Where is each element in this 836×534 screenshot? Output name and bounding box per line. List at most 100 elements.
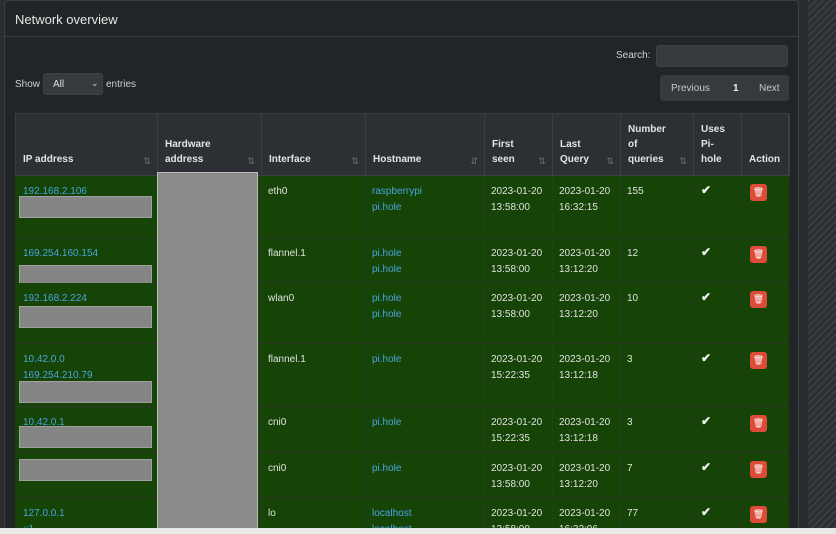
ip-address-link[interactable]: 127.0.0.1 — [23, 506, 65, 522]
search-input[interactable] — [656, 45, 788, 67]
query-count-cell: 3 — [627, 354, 633, 365]
first-seen-value: 2023-01-20 — [491, 293, 543, 304]
hostname-link[interactable]: pi.hole — [372, 262, 401, 278]
first-seen-value: 15:22:35 — [491, 370, 530, 381]
column-divider — [365, 407, 366, 452]
hostname-link[interactable]: pi.hole — [372, 291, 401, 307]
interface-cell: cni0 — [268, 417, 287, 428]
column-divider — [620, 344, 621, 406]
delete-button[interactable]: 🗑 — [750, 415, 767, 432]
column-divider — [693, 283, 694, 343]
column-header-label: Action — [749, 154, 781, 165]
sort-icon[interactable]: ⇅ — [679, 156, 687, 167]
last-query-value: 2023-01-20 — [559, 463, 611, 474]
last-query-cell: 2023-01-20 16:32:15 — [559, 184, 610, 216]
ip-address-cell: 192.168.2.224 — [23, 291, 87, 307]
column-header-3[interactable]: Interface ⇅ — [262, 114, 366, 177]
pagination: Previous 1 Next — [660, 75, 789, 101]
trash-icon: 🗑 — [752, 464, 765, 474]
column-header-label: Number of queries — [628, 124, 666, 165]
hostname-link[interactable]: pi.hole — [372, 200, 422, 216]
hostname-link[interactable]: localhost — [372, 506, 411, 522]
sort-icon[interactable]: ⇅ — [606, 156, 614, 167]
hostname-link[interactable]: pi.hole — [372, 352, 401, 368]
interface-cell: cni0 — [268, 463, 287, 474]
sort-icon[interactable]: ⇅ — [247, 156, 255, 167]
first-seen-value: 2023-01-20 — [491, 417, 543, 428]
delete-button[interactable]: 🗑 — [750, 246, 767, 263]
column-divider — [552, 238, 553, 282]
table-row: 10.42.0.0 169.254.210.79 flannel.1 pi.hole 2… — [15, 344, 789, 407]
entries-select[interactable]: All ⌄ — [43, 73, 103, 95]
column-divider — [261, 453, 262, 497]
column-divider — [484, 453, 485, 497]
first-seen-value: 2023-01-20 — [491, 248, 543, 259]
last-query-value: 2023-01-20 — [559, 293, 611, 304]
page-number-button[interactable]: 1 — [733, 83, 739, 94]
sort-icon[interactable]: ⇵ — [470, 156, 478, 167]
hostname-cell: raspberrypi pi.hole — [372, 184, 422, 216]
column-header-2[interactable]: Hardware address ⇅ — [158, 114, 262, 177]
column-divider — [552, 344, 553, 406]
table-row: 127.0.0.1::1 lo localhost localhost 2023-01-… — [15, 498, 789, 529]
column-divider — [693, 498, 694, 529]
query-count-cell: 77 — [627, 508, 639, 519]
hostname-link[interactable]: raspberrypi — [372, 184, 422, 200]
ip-address-link[interactable]: 169.254.160.154 — [23, 246, 98, 262]
column-divider — [484, 498, 485, 529]
first-seen-value: 2023-01-20 — [491, 463, 543, 474]
column-divider — [741, 238, 742, 282]
column-divider — [365, 238, 366, 282]
check-icon: ✔ — [701, 460, 712, 474]
hostname-cell: localhost localhost — [372, 506, 411, 529]
delete-button[interactable]: 🗑 — [750, 184, 767, 201]
column-divider — [620, 453, 621, 497]
delete-button[interactable]: 🗑 — [750, 352, 767, 369]
next-page-button[interactable]: Next — [759, 83, 780, 94]
column-divider — [741, 498, 742, 529]
column-header-label: Uses Pi-hole — [701, 124, 725, 165]
trash-icon: 🗑 — [752, 294, 765, 304]
delete-button[interactable]: 🗑 — [750, 506, 767, 523]
hostname-link[interactable]: pi.hole — [372, 246, 401, 262]
hostname-link[interactable]: pi.hole — [372, 415, 401, 431]
column-divider — [741, 283, 742, 343]
trash-icon: 🗑 — [752, 187, 765, 197]
hostname-link[interactable]: pi.hole — [372, 307, 401, 323]
table-row: 10.42.0.1 cni0 pi.hole 2023-01-20 15:22:35 20… — [15, 407, 789, 453]
table-row: 169.254.160.154 flannel.1 pi.hole pi.hole 20… — [15, 238, 789, 287]
first-seen-cell: 2023-01-20 13:58:00 — [491, 246, 542, 278]
column-divider — [693, 453, 694, 497]
column-header-7[interactable]: Number of queries ⇅ — [621, 114, 694, 177]
delete-button[interactable]: 🗑 — [750, 461, 767, 478]
ip-redaction-bar — [19, 381, 152, 403]
column-header-6[interactable]: Last Query ⇅ — [553, 114, 621, 177]
sort-icon[interactable]: ⇅ — [538, 156, 546, 167]
panel-header: Network overview — [5, 1, 798, 37]
column-divider — [365, 176, 366, 237]
column-divider — [620, 283, 621, 343]
last-query-value: 13:12:20 — [559, 479, 598, 490]
sort-icon[interactable]: ⇅ — [351, 156, 359, 167]
column-header-8[interactable]: Uses Pi-hole — [694, 114, 742, 177]
delete-button[interactable]: 🗑 — [750, 291, 767, 308]
last-query-value: 2023-01-20 — [559, 417, 611, 428]
hostname-link[interactable]: pi.hole — [372, 461, 401, 477]
network-overview-panel: Network overview Search: Show All ⌄ entr… — [4, 0, 799, 530]
first-seen-cell: 2023-01-20 15:22:35 — [491, 352, 542, 384]
last-query-cell: 2023-01-20 13:12:18 — [559, 415, 610, 447]
first-seen-cell: 2023-01-20 15:22:35 — [491, 415, 542, 447]
column-header-5[interactable]: First seen ⇅ — [485, 114, 553, 177]
previous-page-button[interactable]: Previous — [671, 83, 710, 94]
interface-cell: wlan0 — [268, 293, 295, 304]
ip-address-link[interactable]: 10.42.0.0 — [23, 352, 93, 368]
hostname-cell: pi.hole pi.hole — [372, 291, 401, 323]
last-query-value: 2023-01-20 — [559, 186, 611, 197]
column-header-1[interactable]: IP address ⇅ — [16, 114, 158, 177]
hostname-cell: pi.hole — [372, 352, 401, 368]
ip-address-link[interactable]: 192.168.2.224 — [23, 291, 87, 307]
column-header-9: Action — [742, 114, 790, 177]
sort-icon[interactable]: ⇅ — [143, 156, 151, 167]
first-seen-value: 13:58:00 — [491, 479, 530, 490]
column-header-4[interactable]: Hostname ⇵ — [366, 114, 485, 177]
